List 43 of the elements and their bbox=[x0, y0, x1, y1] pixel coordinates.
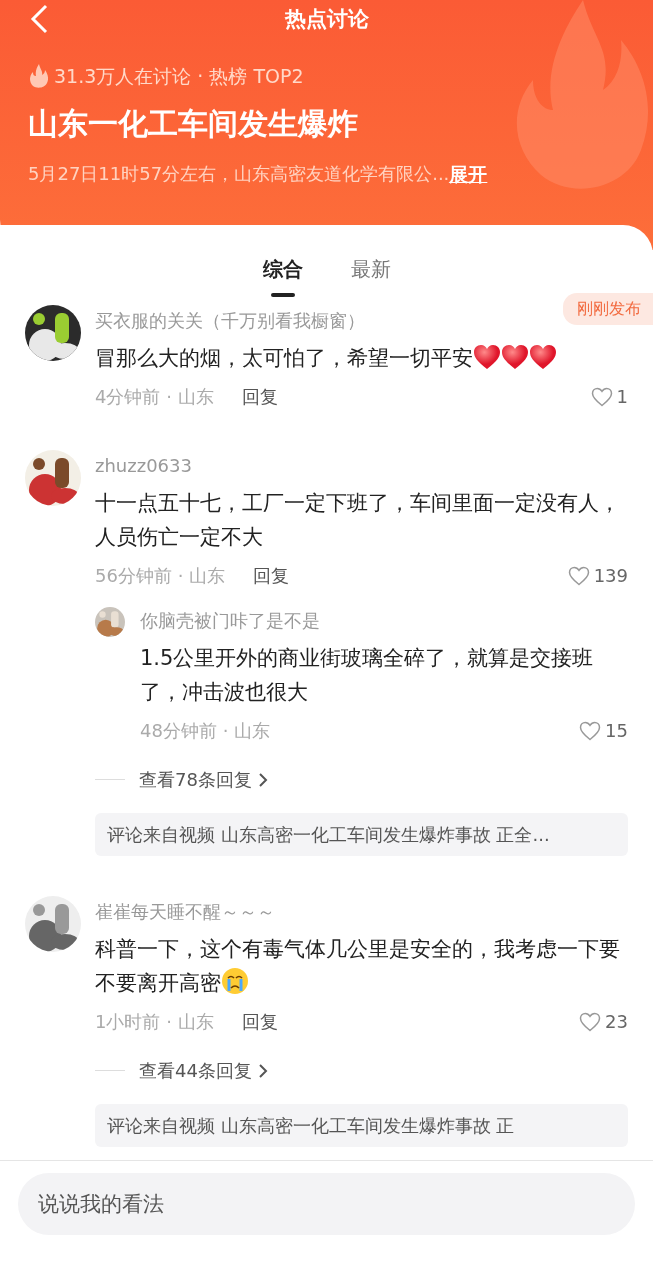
tab[interactable]: 最新 bbox=[350, 253, 391, 297]
view-replies-link[interactable]: 查看78条回复 bbox=[139, 766, 268, 793]
back-button[interactable] bbox=[30, 4, 48, 34]
comment-time-location: 48分钟前 · 山东 bbox=[140, 719, 271, 743]
like-icon bbox=[579, 1011, 602, 1032]
comment-time-location: 1小时前 · 山东 bbox=[95, 1010, 214, 1034]
reply-button[interactable]: 回复 bbox=[253, 562, 290, 589]
comment-time-location: 4分钟前 · 山东 bbox=[95, 385, 214, 409]
new-post-badge: 刚刚发布 bbox=[563, 293, 653, 325]
heart-icon bbox=[529, 344, 557, 370]
username: zhuzz0633 bbox=[95, 454, 193, 478]
heart-icon bbox=[501, 344, 529, 370]
video-source-link[interactable]: 评论来自视频 山东高密一化工车间发生爆炸事故 正 bbox=[95, 1104, 628, 1147]
reply-button[interactable]: 回复 bbox=[241, 383, 278, 410]
crying-emoji-icon bbox=[221, 967, 249, 995]
like-button[interactable]: 15 bbox=[579, 717, 628, 744]
like-icon bbox=[590, 386, 613, 407]
topic-summary: 5月27日11时57分左右，山东高密友道化学有限公... bbox=[28, 162, 450, 187]
like-icon bbox=[567, 565, 590, 586]
reply-button[interactable]: 回复 bbox=[241, 1008, 278, 1035]
video-source-link[interactable]: 评论来自视频 山东高密一化工车间发生爆炸事故 正全... bbox=[95, 813, 628, 856]
comment-input[interactable]: 说说我的看法 bbox=[18, 1173, 635, 1235]
comment-text: 科普一下，这个有毒气体几公里是安全的，我考虑一下要不要离开高密 bbox=[95, 936, 621, 997]
topic-title: 山东一化工车间发生爆炸 bbox=[28, 104, 359, 143]
page-title: 热点讨论 bbox=[284, 6, 369, 34]
flame-icon bbox=[28, 64, 48, 89]
comment-time-location: 56分钟前 · 山东 bbox=[95, 564, 226, 588]
heart-icon bbox=[473, 344, 501, 370]
chevron-icon bbox=[257, 1062, 268, 1079]
like-button[interactable]: 1 bbox=[590, 383, 628, 410]
discussion-stats: 31.3万人在讨论 · 热榜 TOP2 bbox=[54, 64, 304, 89]
comment-text: 十一点五十七，工厂一定下班了，车间里面一定没有人，人员伤亡一定不大 bbox=[95, 490, 621, 551]
view-replies-link[interactable]: 查看44条回复 bbox=[139, 1057, 268, 1084]
like-icon bbox=[579, 720, 602, 741]
comment-text: 冒那么大的烟，太可怕了，希望一切平安 bbox=[95, 341, 628, 375]
like-button[interactable]: 23 bbox=[579, 1008, 628, 1035]
back-icon bbox=[30, 4, 48, 34]
like-button[interactable]: 139 bbox=[567, 562, 628, 589]
username: 崔崔每天睡不醒～～～ bbox=[95, 900, 276, 924]
chevron-icon bbox=[257, 771, 268, 788]
username: 你脑壳被门咔了是不是 bbox=[140, 609, 321, 633]
comment-text: 1.5公里开外的商业街玻璃全碎了，就算是交接班了，冲击波也很大 bbox=[140, 645, 595, 706]
tab[interactable]: 综合 bbox=[262, 253, 303, 297]
